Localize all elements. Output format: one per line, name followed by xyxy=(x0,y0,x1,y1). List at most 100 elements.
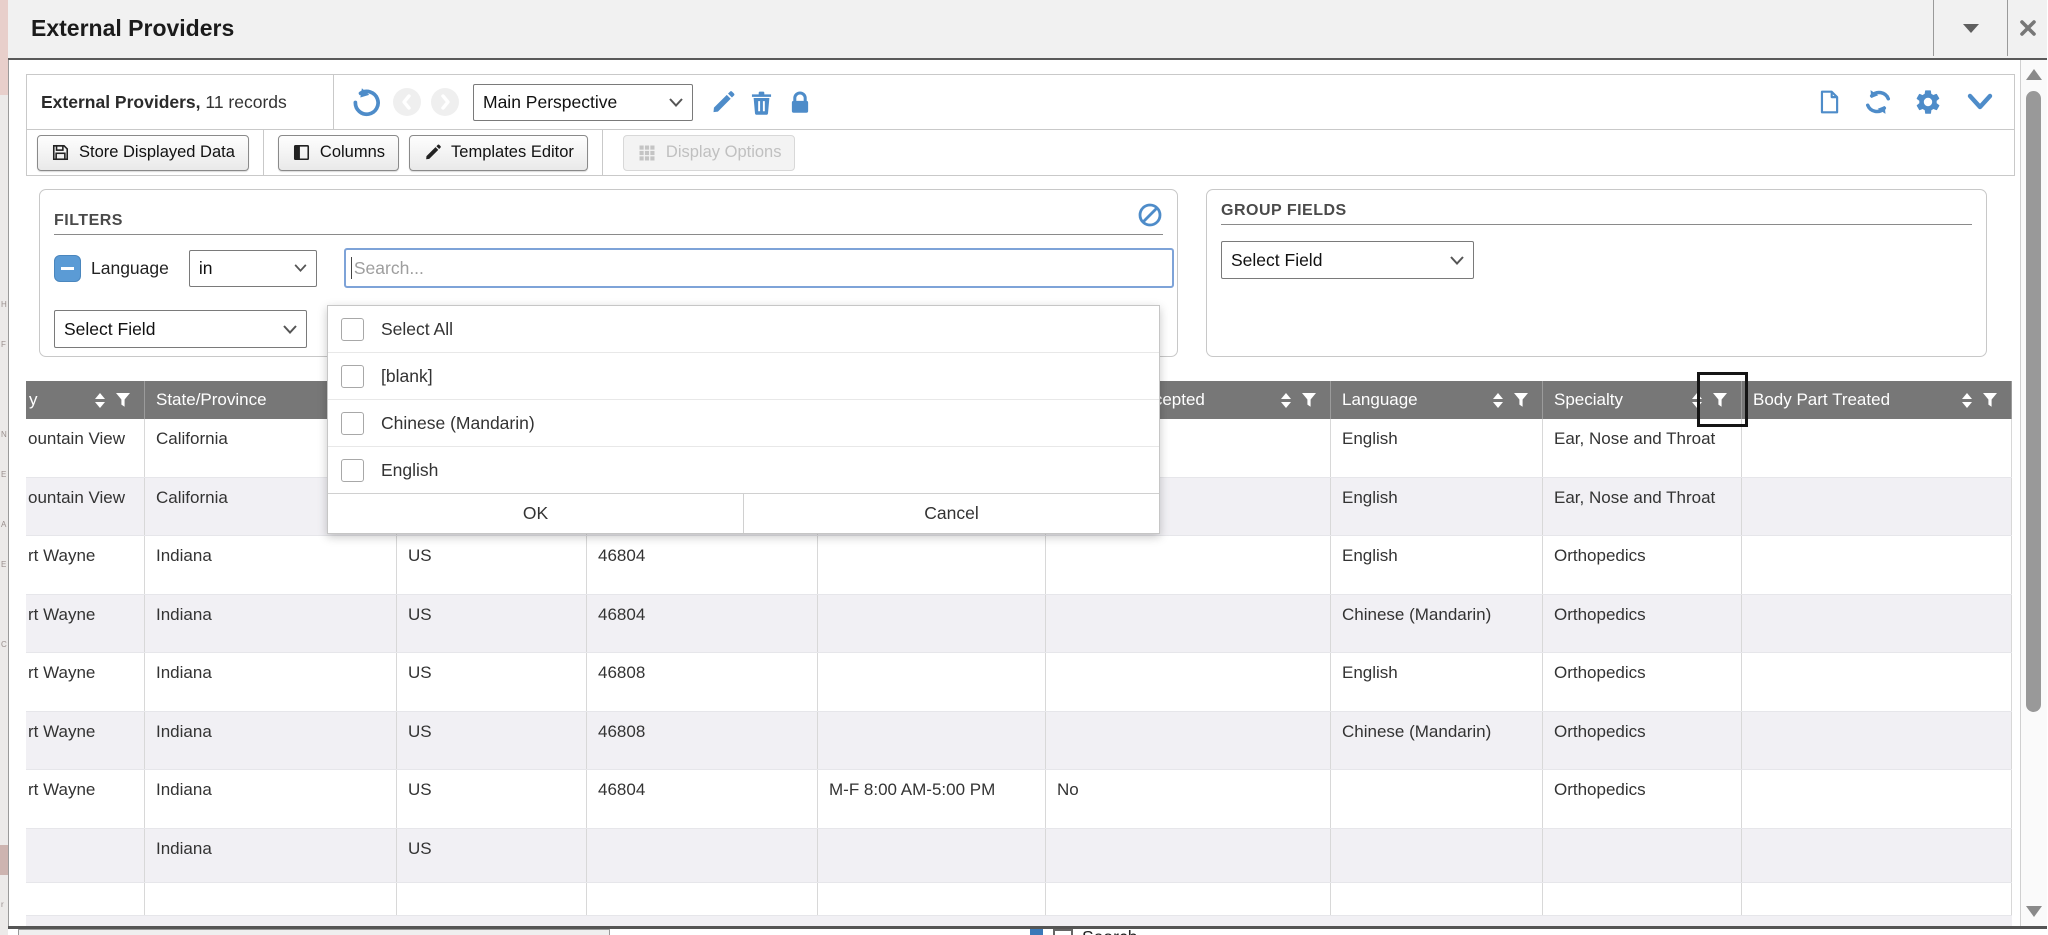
table-cell[interactable] xyxy=(818,883,1046,915)
table-cell[interactable] xyxy=(1742,478,2012,535)
table-cell[interactable]: Indiana xyxy=(145,712,397,769)
table-cell[interactable] xyxy=(1742,595,2012,652)
table-cell[interactable] xyxy=(1331,770,1543,828)
add-filter-field-select[interactable]: Select Field xyxy=(54,310,307,348)
dialog-menu-button[interactable] xyxy=(1933,0,2008,56)
table-cell[interactable]: US xyxy=(397,829,587,882)
table-cell[interactable]: Chinese (Mandarin) xyxy=(1331,712,1543,769)
table-cell[interactable]: Indiana xyxy=(145,829,397,882)
new-document-button[interactable] xyxy=(1816,88,1842,116)
scroll-up-arrow-icon[interactable] xyxy=(2026,69,2042,80)
delete-perspective-button[interactable] xyxy=(748,89,775,116)
table-cell[interactable] xyxy=(26,883,145,915)
lock-perspective-button[interactable] xyxy=(787,89,813,116)
table-cell[interactable]: 46804 xyxy=(587,770,818,828)
table-cell[interactable] xyxy=(1046,595,1331,652)
table-cell[interactable] xyxy=(818,829,1046,882)
refresh-button[interactable] xyxy=(1864,88,1892,116)
table-cell[interactable]: rt Wayne xyxy=(26,712,145,769)
table-row[interactable] xyxy=(26,883,2012,916)
table-row[interactable]: IndianaUS xyxy=(26,829,2012,883)
table-row[interactable]: rt WayneIndianaUS46804EnglishOrthopedics xyxy=(26,536,2012,595)
table-cell[interactable] xyxy=(1742,419,2012,477)
table-cell[interactable]: US xyxy=(397,770,587,828)
table-cell[interactable] xyxy=(1046,712,1331,769)
filter-icon[interactable] xyxy=(115,392,131,408)
table-cell[interactable]: No xyxy=(1046,770,1331,828)
popup-cancel-button[interactable]: Cancel xyxy=(743,494,1159,533)
remove-filter-button[interactable] xyxy=(54,255,81,282)
table-row[interactable]: rt WayneIndianaUS46804M-F 8:00 AM-5:00 P… xyxy=(26,770,2012,829)
table-cell[interactable] xyxy=(1046,829,1331,882)
forward-button[interactable] xyxy=(431,88,459,116)
table-cell[interactable]: Indiana xyxy=(145,536,397,594)
collapse-toolbar-button[interactable] xyxy=(1966,91,1994,113)
table-cell[interactable] xyxy=(818,536,1046,594)
table-cell[interactable]: 46808 xyxy=(587,653,818,711)
filter-search-input[interactable]: Search... xyxy=(344,248,1174,288)
table-cell[interactable]: Orthopedics xyxy=(1543,770,1742,828)
table-row[interactable]: rt WayneIndianaUS46808Chinese (Mandarin)… xyxy=(26,712,2012,770)
undo-button[interactable] xyxy=(350,87,381,118)
table-cell[interactable]: English xyxy=(1331,536,1543,594)
filter-icon[interactable] xyxy=(1513,392,1529,408)
table-cell[interactable] xyxy=(1742,653,2012,711)
table-cell[interactable] xyxy=(1543,883,1742,915)
table-cell[interactable]: Orthopedics xyxy=(1543,653,1742,711)
table-cell[interactable]: English xyxy=(1331,653,1543,711)
table-cell[interactable]: Ear, Nose and Throat xyxy=(1543,419,1742,477)
perspective-select[interactable]: Main Perspective xyxy=(473,84,693,121)
filter-option-blank[interactable]: [blank] xyxy=(328,352,1159,399)
table-cell[interactable] xyxy=(818,653,1046,711)
table-cell[interactable]: 46804 xyxy=(587,595,818,652)
table-cell[interactable] xyxy=(587,829,818,882)
sort-icon[interactable] xyxy=(1280,392,1292,409)
sort-icon[interactable] xyxy=(94,392,106,409)
filter-option-chinese-mandarin[interactable]: Chinese (Mandarin) xyxy=(328,399,1159,446)
table-cell[interactable]: Indiana xyxy=(145,653,397,711)
scroll-down-arrow-icon[interactable] xyxy=(2026,906,2042,917)
table-cell[interactable] xyxy=(1331,883,1543,915)
table-cell[interactable]: ountain View xyxy=(26,478,145,535)
vertical-scrollbar[interactable] xyxy=(2020,60,2047,926)
edit-perspective-button[interactable] xyxy=(709,89,736,116)
table-cell[interactable]: 46804 xyxy=(587,536,818,594)
back-button[interactable] xyxy=(393,88,421,116)
table-cell[interactable] xyxy=(1742,770,2012,828)
horizontal-scrollbar-fragment[interactable] xyxy=(18,929,610,935)
table-cell[interactable]: rt Wayne xyxy=(26,595,145,652)
sort-icon[interactable] xyxy=(1961,392,1973,409)
table-cell[interactable]: Ear, Nose and Throat xyxy=(1543,478,1742,535)
table-cell[interactable] xyxy=(1046,653,1331,711)
table-cell[interactable]: Orthopedics xyxy=(1543,595,1742,652)
store-displayed-data-button[interactable]: Store Displayed Data xyxy=(37,135,249,171)
table-cell[interactable] xyxy=(1742,829,2012,882)
table-cell[interactable] xyxy=(397,883,587,915)
table-cell[interactable]: Chinese (Mandarin) xyxy=(1331,595,1543,652)
columns-button[interactable]: Columns xyxy=(278,135,399,171)
popup-ok-button[interactable]: OK xyxy=(328,494,743,533)
checkbox-icon[interactable] xyxy=(341,318,364,341)
table-cell[interactable]: Indiana xyxy=(145,595,397,652)
table-cell[interactable] xyxy=(1331,829,1543,882)
table-cell[interactable] xyxy=(26,829,145,882)
table-cell[interactable]: 46808 xyxy=(587,712,818,769)
table-cell[interactable]: US xyxy=(397,536,587,594)
group-field-select[interactable]: Select Field xyxy=(1221,241,1474,279)
table-cell[interactable] xyxy=(145,883,397,915)
sort-icon[interactable] xyxy=(1492,392,1504,409)
table-cell[interactable]: ountain View xyxy=(26,419,145,477)
table-cell[interactable]: US xyxy=(397,595,587,652)
table-cell[interactable] xyxy=(1742,883,2012,915)
checkbox-icon[interactable] xyxy=(341,459,364,482)
templates-editor-button[interactable]: Templates Editor xyxy=(409,135,588,171)
table-cell[interactable]: English xyxy=(1331,419,1543,477)
checkbox-icon[interactable] xyxy=(341,412,364,435)
filter-operator-select[interactable]: in xyxy=(189,250,317,287)
table-cell[interactable] xyxy=(587,883,818,915)
filter-option-select-all[interactable]: Select All xyxy=(328,306,1159,352)
filter-option-english[interactable]: English xyxy=(328,446,1159,493)
scrollbar-thumb[interactable] xyxy=(2026,91,2041,712)
filter-icon[interactable] xyxy=(1982,392,1998,408)
settings-button[interactable] xyxy=(1914,88,1942,116)
